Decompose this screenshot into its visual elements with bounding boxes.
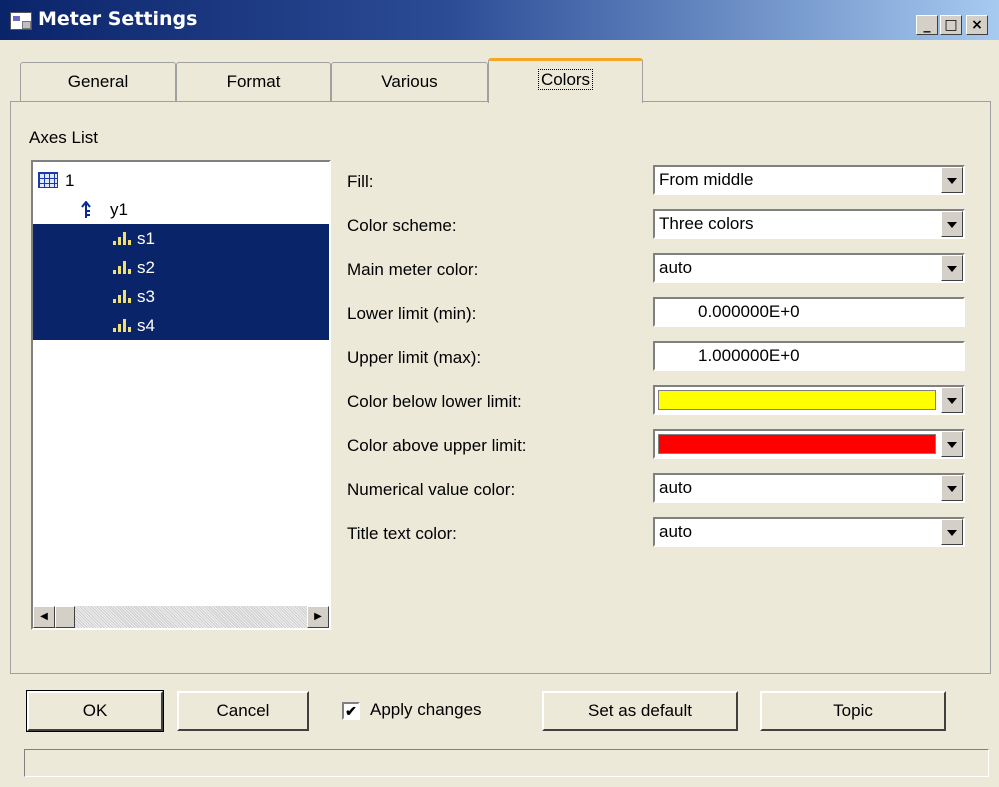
axis-icon bbox=[81, 201, 91, 218]
status-bar bbox=[24, 749, 989, 777]
bar-chart-icon bbox=[113, 231, 133, 245]
tab-colors[interactable]: Colors bbox=[488, 58, 643, 103]
title-text-color-select[interactable]: auto bbox=[653, 517, 965, 547]
chevron-down-icon[interactable] bbox=[941, 431, 963, 457]
tree-item-y1[interactable]: y1 bbox=[33, 195, 329, 224]
main-meter-color-value: auto bbox=[659, 258, 693, 277]
tree-item-label: 1 bbox=[65, 171, 75, 190]
tab-colors-label: Colors bbox=[537, 69, 594, 90]
bar-chart-icon bbox=[113, 318, 133, 332]
color-swatch-yellow bbox=[658, 390, 936, 410]
color-below-select[interactable] bbox=[653, 385, 965, 415]
tree-item-label: s1 bbox=[137, 229, 155, 248]
color-above-select[interactable] bbox=[653, 429, 965, 459]
chevron-down-icon[interactable] bbox=[941, 519, 963, 545]
tab-format[interactable]: Format bbox=[176, 62, 331, 102]
axes-list-tree[interactable]: 1 y1 s1 s2 s3 s4 ◀ ▶ bbox=[31, 160, 331, 630]
ok-button[interactable]: OK bbox=[26, 690, 164, 732]
tree-item-label: s3 bbox=[137, 287, 155, 306]
upper-limit-label: Upper limit (max): bbox=[347, 348, 482, 367]
numerical-value-color-label: Numerical value color: bbox=[347, 480, 516, 499]
grid-icon bbox=[38, 172, 58, 188]
tree-item-label: y1 bbox=[110, 200, 128, 219]
chevron-down-icon[interactable] bbox=[941, 255, 963, 281]
color-swatch-red bbox=[658, 434, 936, 454]
set-as-default-button[interactable]: Set as default bbox=[542, 691, 738, 731]
chevron-down-icon[interactable] bbox=[941, 167, 963, 193]
color-below-label: Color below lower limit: bbox=[347, 392, 522, 411]
scroll-thumb[interactable] bbox=[55, 606, 75, 628]
cancel-button[interactable]: Cancel bbox=[177, 691, 309, 731]
chevron-down-icon[interactable] bbox=[941, 387, 963, 413]
lower-limit-label: Lower limit (min): bbox=[347, 304, 477, 323]
minimize-button[interactable]: _ bbox=[916, 15, 938, 35]
upper-limit-input[interactable]: 1.000000E+0 bbox=[653, 341, 965, 371]
chevron-down-icon[interactable] bbox=[941, 475, 963, 501]
tree-item-label: s4 bbox=[137, 316, 155, 335]
scroll-left-icon[interactable]: ◀ bbox=[33, 606, 55, 628]
topic-button[interactable]: Topic bbox=[760, 691, 946, 731]
tab-various[interactable]: Various bbox=[331, 62, 488, 102]
fill-select[interactable]: From middle bbox=[653, 165, 965, 195]
lower-limit-input[interactable]: 0.000000E+0 bbox=[653, 297, 965, 327]
apply-changes-label[interactable]: Apply changes bbox=[370, 700, 482, 720]
tree-item-s1[interactable]: s1 bbox=[33, 224, 329, 253]
tree-item-label: s2 bbox=[137, 258, 155, 277]
color-above-label: Color above upper limit: bbox=[347, 436, 527, 455]
color-scheme-label: Color scheme: bbox=[347, 216, 457, 235]
fill-value: From middle bbox=[659, 170, 754, 189]
main-meter-color-select[interactable]: auto bbox=[653, 253, 965, 283]
tree-item-s4[interactable]: s4 bbox=[33, 311, 329, 340]
numerical-value-color-select[interactable]: auto bbox=[653, 473, 965, 503]
numerical-value-color-value: auto bbox=[659, 478, 693, 497]
color-scheme-value: Three colors bbox=[659, 214, 754, 233]
fill-label: Fill: bbox=[347, 172, 374, 191]
app-icon bbox=[10, 12, 32, 30]
title-text-color-label: Title text color: bbox=[347, 524, 457, 543]
maximize-button[interactable]: □ bbox=[940, 15, 962, 35]
chevron-down-icon[interactable] bbox=[941, 211, 963, 237]
horizontal-scrollbar[interactable]: ◀ ▶ bbox=[33, 606, 329, 628]
apply-changes-checkbox[interactable]: ✔ bbox=[342, 702, 360, 720]
tree-item-s3[interactable]: s3 bbox=[33, 282, 329, 311]
title-text-color-value: auto bbox=[659, 522, 693, 541]
window-title: Meter Settings bbox=[38, 8, 198, 30]
close-button[interactable]: × bbox=[966, 15, 988, 35]
color-scheme-select[interactable]: Three colors bbox=[653, 209, 965, 239]
tree-item-s2[interactable]: s2 bbox=[33, 253, 329, 282]
tree-item-1[interactable]: 1 bbox=[33, 166, 329, 195]
bar-chart-icon bbox=[113, 260, 133, 274]
main-meter-color-label: Main meter color: bbox=[347, 260, 479, 279]
title-bar: Meter Settings _ □ × bbox=[0, 0, 999, 40]
scroll-right-icon[interactable]: ▶ bbox=[307, 606, 329, 628]
meter-settings-dialog: Meter Settings _ □ × General Format Vari… bbox=[0, 0, 999, 787]
axes-list-label: Axes List bbox=[29, 128, 98, 147]
bar-chart-icon bbox=[113, 289, 133, 303]
tab-general[interactable]: General bbox=[20, 62, 176, 102]
